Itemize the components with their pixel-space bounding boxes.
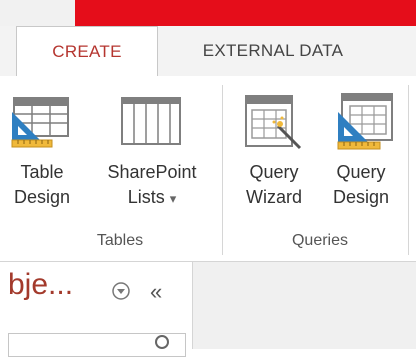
- sharepoint-lists-button[interactable]: SharePoint Lists ▾: [88, 90, 216, 235]
- collapse-pane-icon[interactable]: «: [150, 279, 162, 305]
- sharepoint-list-icon: [88, 90, 216, 158]
- query-wizard-icon: [234, 90, 314, 158]
- group-label-queries: Queries: [291, 232, 349, 249]
- sharepoint-lists-label-line2: Lists: [127, 187, 165, 207]
- table-design-icon: [2, 90, 82, 158]
- document-area: [193, 262, 416, 349]
- tab-create[interactable]: CREATE: [16, 26, 158, 77]
- chevron-down-icon: ▾: [169, 191, 177, 206]
- group-label-tables: Tables: [96, 232, 144, 249]
- nav-pane-dropdown-icon[interactable]: [112, 282, 130, 300]
- table-design-label-line1: Table: [20, 162, 64, 182]
- query-wizard-label-line1: Query: [249, 162, 299, 182]
- title-bar-left: [0, 0, 75, 26]
- tab-external-data[interactable]: EXTERNAL DATA: [158, 26, 388, 76]
- query-design-icon: [318, 90, 404, 158]
- table-design-label-line2: Design: [13, 187, 71, 207]
- search-icon[interactable]: [150, 333, 172, 351]
- title-bar: [75, 0, 416, 26]
- table-design-button[interactable]: Table Design: [2, 90, 82, 235]
- query-design-label-line1: Query: [336, 162, 386, 182]
- query-wizard-label-line2: Wizard: [245, 187, 302, 207]
- query-wizard-button[interactable]: Query Wizard: [234, 90, 314, 235]
- group-separator: [408, 85, 409, 255]
- sharepoint-lists-label-line1: SharePoint: [107, 162, 197, 182]
- sharepoint-lists-label-line2-wrap: Lists ▾: [88, 185, 216, 211]
- tab-create-label: CREATE: [52, 42, 122, 61]
- tab-external-data-label: EXTERNAL DATA: [202, 41, 344, 60]
- group-separator: [222, 85, 223, 255]
- query-design-button[interactable]: Query Design: [318, 90, 404, 235]
- nav-pane-title[interactable]: bje...: [8, 268, 73, 302]
- query-design-label-line2: Design: [332, 187, 390, 207]
